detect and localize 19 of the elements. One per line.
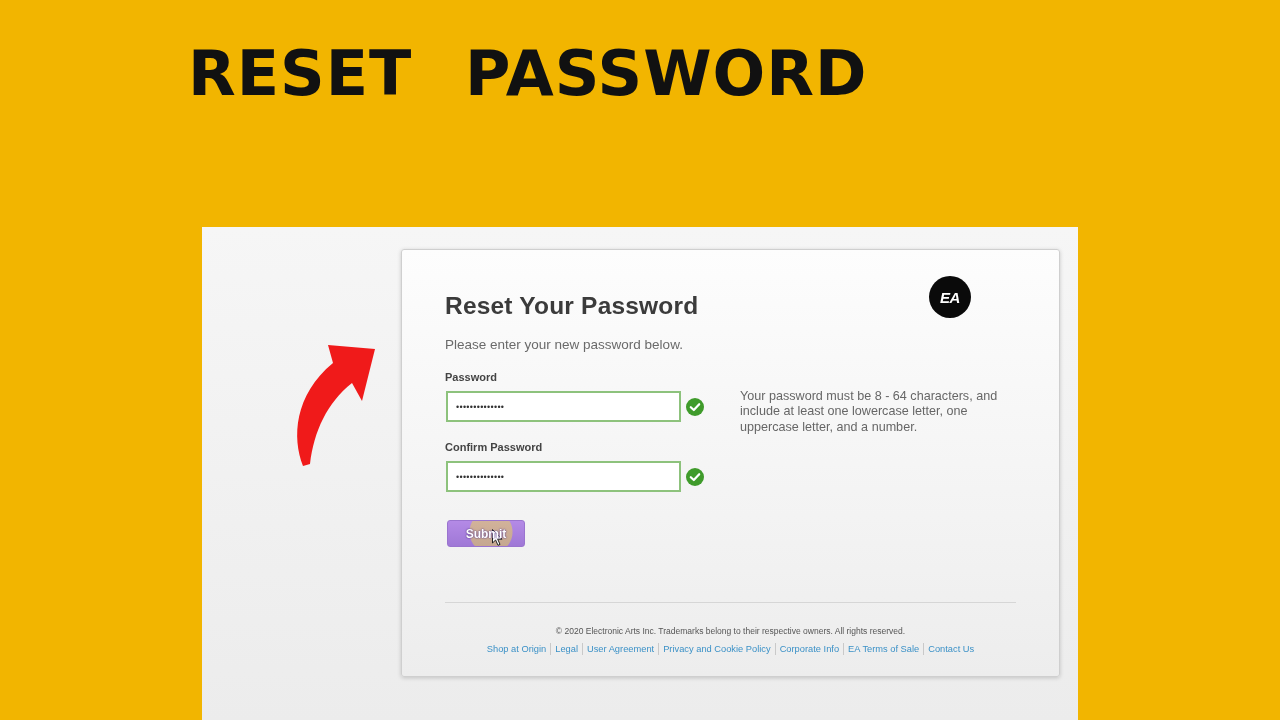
password-field[interactable]: •••••••••••••• [446, 391, 681, 422]
field-label: Password [445, 370, 497, 384]
footer-link[interactable]: EA Terms of Sale [843, 643, 924, 655]
card-heading: Reset Your Password [445, 291, 699, 321]
check-icon [686, 397, 704, 416]
footer-link[interactable]: Privacy and Cookie Policy [658, 643, 775, 655]
subtitle: Please enter your new password below. [445, 336, 683, 354]
footer-link[interactable]: Shop at Origin [482, 643, 551, 655]
password-field[interactable]: •••••••••••••• [446, 461, 681, 492]
logo: EA [929, 276, 971, 318]
copyright-text: © 2020 Electronic Arts Inc. Trademarks belong to their respective owners. All rights reserved. [554, 625, 907, 637]
footer-link[interactable]: Legal [550, 643, 582, 655]
footer-link[interactable]: Contact Us [923, 643, 979, 655]
password-hint: Your password must be 8 - 64 characters, and include at least one lowercase letter, one uppercase letter, and a number. [740, 389, 999, 435]
footer-link[interactable]: User Agreement [581, 643, 659, 655]
field-label: Confirm Password [445, 440, 543, 454]
page-title: RESET PASSWORD [188, 36, 868, 112]
footer-link[interactable]: Corporate Info [774, 643, 844, 655]
check-icon [686, 467, 704, 486]
